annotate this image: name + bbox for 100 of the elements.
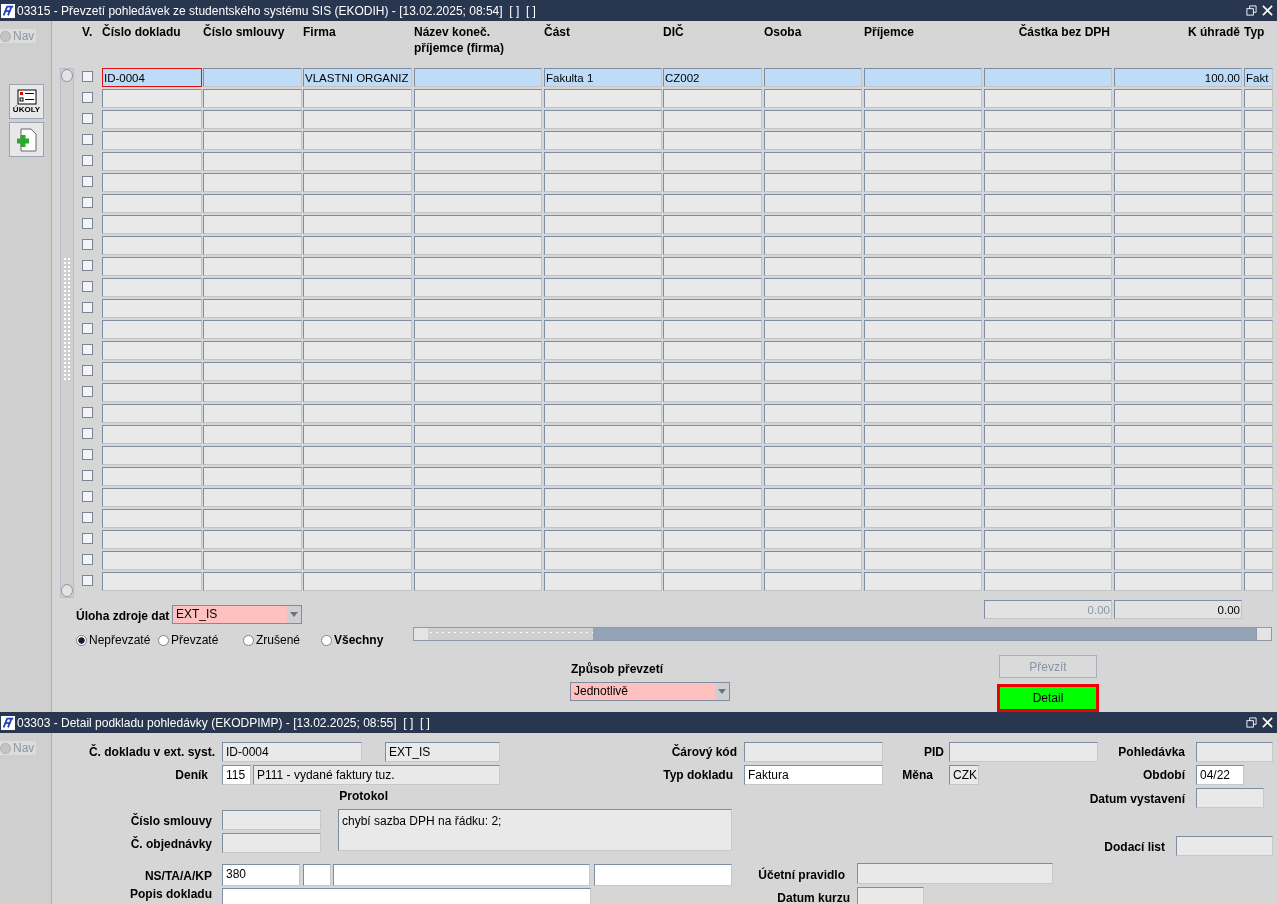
table-cell[interactable]	[203, 488, 302, 507]
table-cell[interactable]	[102, 194, 202, 213]
table-cell[interactable]	[1244, 278, 1273, 297]
table-cell[interactable]	[864, 278, 982, 297]
table-cell[interactable]	[764, 425, 862, 444]
row-checkbox[interactable]	[82, 554, 93, 565]
row-checkbox[interactable]	[82, 302, 93, 313]
table-cell[interactable]	[984, 110, 1112, 129]
table-cell[interactable]	[102, 488, 202, 507]
table-cell[interactable]	[1114, 488, 1242, 507]
table-cell[interactable]	[1244, 404, 1273, 423]
table-cell[interactable]	[1244, 152, 1273, 171]
table-cell[interactable]	[1114, 236, 1242, 255]
input-field[interactable]: P111 - vydané faktury tuz.	[253, 765, 500, 785]
table-cell[interactable]	[303, 110, 412, 129]
table-cell[interactable]	[764, 278, 862, 297]
table-cell[interactable]	[1114, 110, 1242, 129]
restore-icon[interactable]	[1246, 5, 1257, 16]
table-cell[interactable]	[663, 236, 762, 255]
table-cell[interactable]	[663, 425, 762, 444]
table-cell[interactable]	[414, 110, 542, 129]
table-cell[interactable]	[864, 551, 982, 570]
table-cell[interactable]	[203, 362, 302, 381]
close-icon[interactable]	[1262, 717, 1273, 728]
table-cell[interactable]: Fakulta 1	[544, 68, 662, 87]
table-cell[interactable]	[544, 488, 662, 507]
input-field[interactable]: chybí sazba DPH na řádku: 2;	[338, 809, 732, 851]
row-checkbox[interactable]	[82, 113, 93, 124]
table-cell[interactable]	[203, 572, 302, 591]
table-cell[interactable]	[102, 383, 202, 402]
table-cell[interactable]	[764, 320, 862, 339]
table-cell[interactable]	[764, 509, 862, 528]
table-cell[interactable]	[864, 320, 982, 339]
table-cell[interactable]	[764, 131, 862, 150]
table-cell[interactable]	[544, 173, 662, 192]
table-cell[interactable]	[1114, 383, 1242, 402]
table-cell[interactable]	[1244, 89, 1273, 108]
table-cell[interactable]	[544, 572, 662, 591]
table-cell[interactable]	[984, 530, 1112, 549]
input-field[interactable]	[1196, 788, 1264, 808]
table-cell[interactable]	[764, 68, 862, 87]
table-cell[interactable]	[1114, 278, 1242, 297]
table-cell[interactable]	[544, 509, 662, 528]
table-cell[interactable]	[663, 509, 762, 528]
input-field[interactable]	[222, 810, 321, 830]
table-cell[interactable]	[663, 530, 762, 549]
input-field[interactable]: ID-0004	[222, 742, 362, 762]
input-field[interactable]	[1196, 742, 1273, 762]
table-cell[interactable]	[544, 194, 662, 213]
table-cell[interactable]	[1244, 446, 1273, 465]
input-field[interactable]: EXT_IS	[385, 742, 500, 762]
table-cell[interactable]	[544, 320, 662, 339]
table-cell[interactable]	[663, 572, 762, 591]
table-cell[interactable]	[1114, 320, 1242, 339]
table-cell[interactable]	[764, 488, 862, 507]
row-checkbox[interactable]	[82, 575, 93, 586]
table-cell[interactable]	[1244, 362, 1273, 381]
table-cell[interactable]	[984, 467, 1112, 486]
table-cell[interactable]	[663, 467, 762, 486]
table-cell[interactable]	[414, 68, 542, 87]
table-cell[interactable]	[1114, 446, 1242, 465]
table-cell[interactable]	[303, 446, 412, 465]
table-cell[interactable]	[203, 68, 302, 87]
table-cell[interactable]	[764, 362, 862, 381]
row-checkbox[interactable]	[82, 323, 93, 334]
table-cell[interactable]	[303, 257, 412, 276]
table-cell[interactable]	[303, 194, 412, 213]
table-cell[interactable]	[1114, 551, 1242, 570]
table-cell[interactable]	[1244, 215, 1273, 234]
table-cell[interactable]	[1244, 572, 1273, 591]
input-field[interactable]	[949, 742, 1098, 762]
table-cell[interactable]	[984, 362, 1112, 381]
table-cell[interactable]	[1244, 131, 1273, 150]
table-cell[interactable]	[764, 89, 862, 108]
table-cell[interactable]	[984, 383, 1112, 402]
table-cell[interactable]	[303, 236, 412, 255]
table-cell[interactable]	[663, 341, 762, 360]
input-field[interactable]: Faktura	[744, 765, 883, 785]
table-cell[interactable]	[764, 530, 862, 549]
row-checkbox[interactable]	[82, 428, 93, 439]
table-cell[interactable]	[663, 551, 762, 570]
table-cell[interactable]	[984, 194, 1112, 213]
table-cell[interactable]	[1244, 509, 1273, 528]
table-cell[interactable]	[864, 446, 982, 465]
table-cell[interactable]	[414, 446, 542, 465]
filter-radio[interactable]: Zrušené	[243, 633, 301, 647]
table-cell[interactable]	[544, 89, 662, 108]
table-cell[interactable]	[984, 509, 1112, 528]
table-cell[interactable]	[544, 152, 662, 171]
table-cell[interactable]	[102, 131, 202, 150]
table-cell[interactable]	[663, 194, 762, 213]
row-checkbox[interactable]	[82, 71, 93, 82]
table-cell[interactable]	[764, 551, 862, 570]
row-checkbox[interactable]	[82, 92, 93, 103]
row-checkbox[interactable]	[82, 365, 93, 376]
table-cell[interactable]	[414, 215, 542, 234]
table-cell[interactable]	[102, 152, 202, 171]
table-cell[interactable]	[1114, 299, 1242, 318]
table-cell[interactable]	[1244, 110, 1273, 129]
row-checkbox[interactable]	[82, 470, 93, 481]
